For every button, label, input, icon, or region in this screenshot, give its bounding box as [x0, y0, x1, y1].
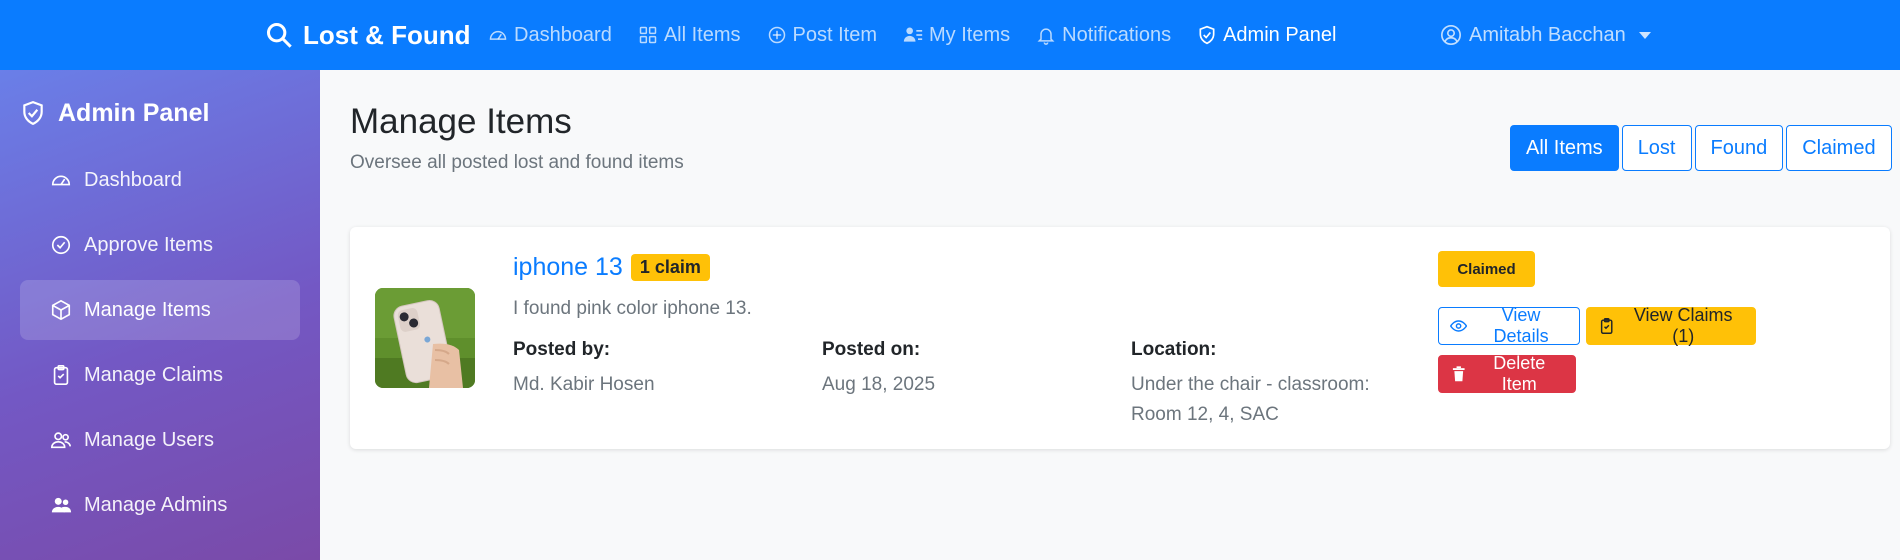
brand-link[interactable]: Lost & Found — [265, 0, 471, 70]
posted-by-field: Posted by: Md. Kabir Hosen — [513, 339, 803, 400]
check-circle-icon — [51, 235, 71, 255]
trash-icon — [1452, 366, 1465, 382]
nav-dashboard-label: Dashboard — [514, 23, 612, 46]
shield-check-icon — [1199, 25, 1215, 45]
sidebar-item-label: Manage Items — [84, 298, 211, 321]
user-menu[interactable]: Amitabh Bacchan — [1440, 0, 1651, 70]
posted-on-field: Posted on: Aug 18, 2025 — [822, 339, 1112, 400]
nav-all-items[interactable]: All Items — [638, 24, 741, 47]
filter-lost-button[interactable]: Lost — [1621, 125, 1692, 171]
plus-circle-icon — [768, 26, 785, 44]
people-fill-icon — [51, 497, 72, 513]
location-label: Location: — [1131, 339, 1217, 360]
bell-icon — [1037, 28, 1055, 45]
view-details-button[interactable]: View Details — [1438, 305, 1580, 346]
location-field: Location: Under the chair - classroom: R… — [1131, 339, 1401, 430]
speedometer-icon — [51, 175, 71, 186]
sidebar-item-manage-admins[interactable]: Manage Admins — [20, 475, 300, 535]
nav-my-items[interactable]: My Items — [903, 24, 1010, 47]
view-details-label: View Details — [1493, 305, 1549, 346]
delete-item-label: Delete Item — [1493, 353, 1546, 394]
posted-by-label: Posted by: — [513, 339, 611, 360]
nav-all-items-label: All Items — [663, 23, 741, 46]
page-subtitle: Oversee all posted lost and found items — [350, 152, 684, 173]
sidebar-item-manage-claims[interactable]: Manage Claims — [20, 345, 300, 405]
sidebar-item-dashboard[interactable]: Dashboard — [20, 150, 300, 210]
search-icon — [266, 22, 292, 48]
sidebar-item-label: Manage Users — [84, 428, 215, 451]
phone-photo — [375, 288, 475, 388]
nav-notifications[interactable]: Notifications — [1036, 24, 1171, 47]
sidebar-title: Admin Panel — [20, 90, 209, 136]
box-icon — [51, 299, 71, 321]
nav-post-item[interactable]: Post Item — [767, 24, 877, 47]
filter-found-button[interactable]: Found — [1694, 125, 1784, 171]
status-badge: Claimed — [1438, 251, 1535, 287]
nav-my-items-label: My Items — [929, 23, 1011, 46]
posted-on-label: Posted on: — [822, 339, 921, 360]
sidebar-item-label: Manage Claims — [84, 363, 223, 386]
nav-notifications-label: Notifications — [1062, 23, 1172, 46]
user-name: Amitabh Bacchan — [1469, 23, 1626, 46]
item-card: iphone 13 1 claim I found pink color iph… — [350, 227, 1890, 449]
clipboard-check-icon — [1600, 318, 1613, 334]
sidebar-item-manage-users[interactable]: Manage Users — [20, 410, 300, 470]
grid-icon — [639, 26, 657, 44]
sidebar-item-approve-items[interactable]: Approve Items — [20, 215, 300, 275]
filter-button-group: All Items Lost Found Claimed — [1510, 125, 1892, 171]
sidebar-item-label: Dashboard — [84, 168, 182, 191]
eye-icon — [1450, 320, 1468, 332]
nav-links: Dashboard All Items Post Item My Items N… — [488, 0, 1336, 70]
filter-claimed-button[interactable]: Claimed — [1786, 125, 1892, 171]
posted-by-value: Md. Kabir Hosen — [513, 374, 655, 395]
item-thumbnail[interactable] — [375, 288, 475, 388]
admin-sidebar: Admin Panel Dashboard Approve Items Mana… — [0, 70, 320, 560]
item-title-row: iphone 13 1 claim — [513, 253, 710, 282]
delete-item-button[interactable]: Delete Item — [1438, 353, 1576, 394]
person-circle-icon — [1441, 25, 1461, 45]
brand-name: Lost & Found — [303, 19, 471, 50]
item-title-link[interactable]: iphone 13 — [513, 253, 623, 282]
view-claims-label: View Claims (1) — [1633, 305, 1733, 346]
nav-post-item-label: Post Item — [792, 23, 878, 46]
top-navbar: Lost & Found Dashboard All Items Post It… — [0, 0, 1900, 70]
claim-count-badge: 1 claim — [630, 254, 710, 281]
shield-check-icon — [23, 101, 43, 126]
nav-dashboard[interactable]: Dashboard — [488, 24, 612, 47]
sidebar-item-label: Manage Admins — [84, 493, 228, 516]
item-description: I found pink color iphone 13. — [513, 298, 752, 319]
sidebar-item-label: Approve Items — [84, 233, 213, 256]
sidebar-item-manage-items[interactable]: Manage Items — [20, 280, 300, 340]
person-lines-icon — [903, 27, 923, 42]
people-icon — [51, 432, 71, 449]
chevron-down-icon — [1638, 31, 1651, 39]
view-claims-button[interactable]: View Claims (1) — [1586, 305, 1756, 346]
sidebar-title-label: Admin Panel — [58, 98, 210, 127]
filter-all-items-button[interactable]: All Items — [1510, 125, 1619, 171]
page-title: Manage Items — [350, 102, 572, 141]
posted-on-value: Aug 18, 2025 — [822, 374, 936, 395]
clipboard-check-icon — [53, 365, 69, 385]
speedometer-icon — [489, 30, 507, 40]
nav-admin-panel[interactable]: Admin Panel — [1197, 24, 1336, 47]
nav-admin-panel-label: Admin Panel — [1223, 23, 1337, 46]
location-value: Under the chair - classroom: Room 12, 4,… — [1131, 374, 1370, 425]
